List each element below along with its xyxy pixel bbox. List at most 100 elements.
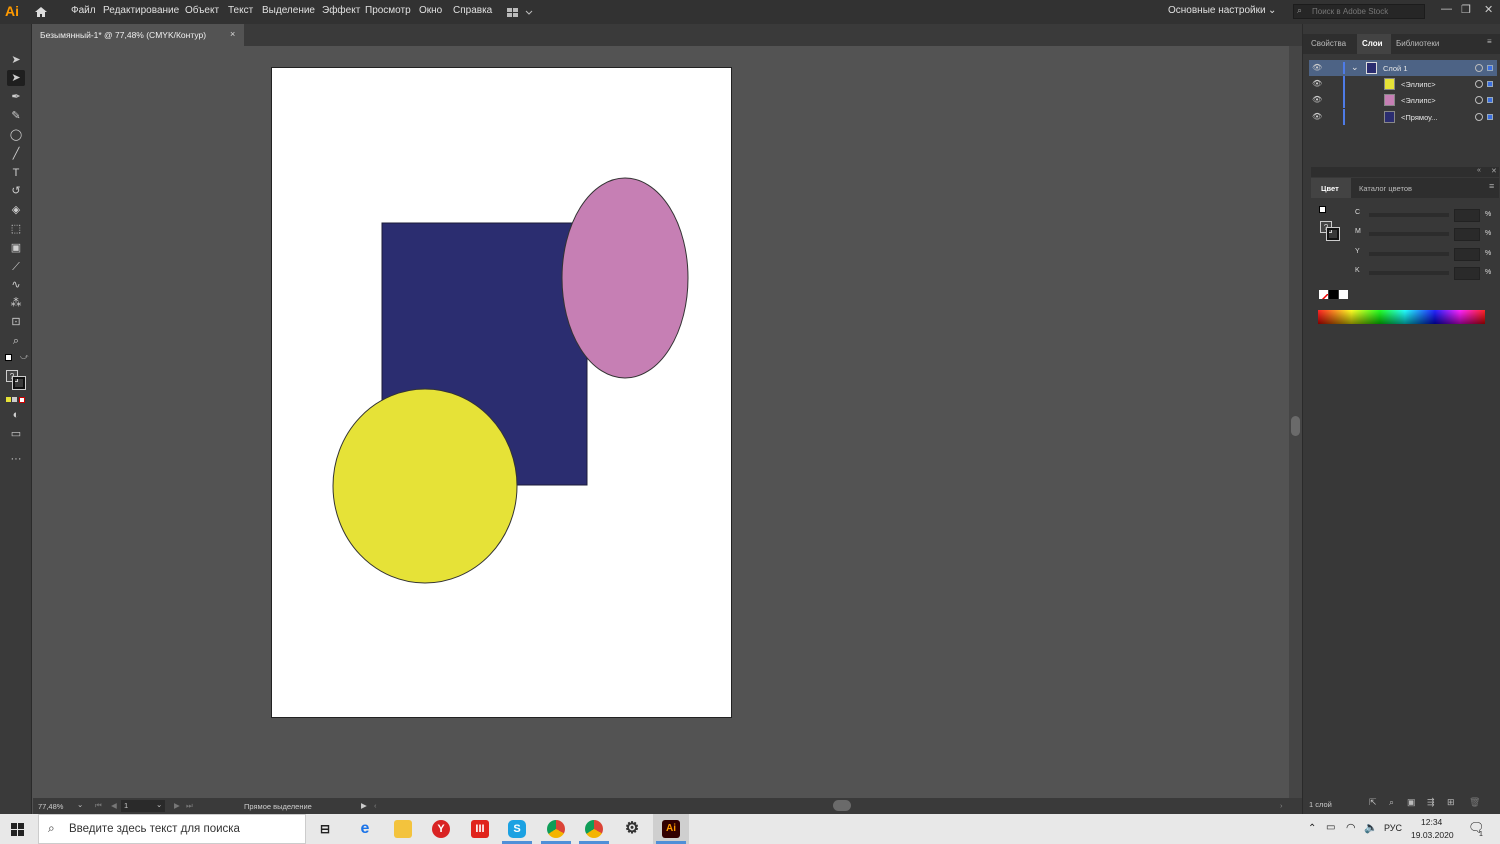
volume-icon[interactable]: 🔈 — [1364, 821, 1378, 834]
chrome-icon[interactable] — [547, 820, 565, 838]
magenta-input[interactable] — [1454, 228, 1480, 241]
scroll-right-icon[interactable]: › — [1280, 801, 1283, 810]
clipping-mask-icon[interactable]: ▣ — [1407, 797, 1416, 808]
eye-icon[interactable]: 👁 — [1312, 63, 1322, 72]
maximize-icon[interactable]: ❐ — [1461, 3, 1471, 16]
export-icon[interactable]: ⇱ — [1369, 797, 1377, 808]
skype-icon[interactable]: S — [508, 820, 526, 838]
eraser-tool-icon[interactable]: ◈ — [7, 202, 25, 218]
layer-row[interactable]: 👁 ⌄ Слой 1 — [1309, 60, 1497, 76]
stroke-swatch[interactable] — [12, 376, 26, 390]
gradient-mode-icon[interactable] — [12, 397, 17, 402]
vertical-scroll-thumb[interactable] — [1291, 416, 1300, 436]
direct-selection-tool-icon[interactable]: ➤ — [7, 70, 25, 86]
menu-view[interactable]: Просмотр — [365, 5, 411, 16]
horizontal-scroll-thumb[interactable] — [833, 800, 851, 811]
selection-indicator[interactable] — [1487, 114, 1493, 120]
menu-window[interactable]: Окно — [419, 5, 442, 16]
black-swatch[interactable] — [1329, 290, 1338, 299]
minimize-icon[interactable]: — — [1441, 3, 1452, 15]
stock-search-input[interactable]: ⌕ Поиск в Adobe Stock — [1293, 4, 1425, 19]
wifi-icon[interactable]: ◠ — [1346, 821, 1356, 834]
eye-icon[interactable]: 👁 — [1312, 112, 1322, 121]
eyedropper-tool-icon[interactable]: ⟋ — [7, 259, 25, 275]
selection-indicator[interactable] — [1487, 81, 1493, 87]
default-fill-stroke-icon[interactable] — [1319, 206, 1326, 213]
file-explorer-icon[interactable] — [394, 820, 412, 838]
draw-mode-icon[interactable]: ◐ — [7, 407, 25, 423]
menu-object[interactable]: Объект — [185, 5, 219, 16]
menu-text[interactable]: Текст — [228, 5, 253, 16]
chevron-down-icon[interactable]: ⌄ — [1268, 5, 1276, 16]
color-spectrum[interactable] — [1318, 310, 1485, 324]
free-transform-tool-icon[interactable]: ⬚ — [7, 221, 25, 237]
stroke-swatch[interactable] — [1326, 227, 1340, 241]
zoom-tool-icon[interactable]: ⌕ — [7, 333, 25, 349]
windows-start-icon[interactable] — [11, 823, 24, 836]
arrange-documents-icon[interactable] — [507, 6, 533, 18]
menu-effect[interactable]: Эффект — [322, 5, 360, 16]
eye-icon[interactable]: 👁 — [1312, 95, 1322, 104]
yellow-slider[interactable]: Y % — [1355, 248, 1495, 262]
target-icon[interactable] — [1475, 64, 1483, 72]
type-tool-icon[interactable]: T — [7, 165, 25, 181]
cyan-slider[interactable]: C % — [1355, 209, 1495, 223]
zoom-level[interactable]: 77,48% — [38, 802, 63, 811]
last-artboard-icon[interactable]: ⏭ — [186, 801, 193, 811]
vertical-scrollbar[interactable] — [1289, 46, 1302, 798]
clock-date[interactable]: 19.03.2020 — [1411, 830, 1454, 840]
yellow-input[interactable] — [1454, 248, 1480, 261]
tab-color[interactable]: Цвет — [1321, 184, 1339, 193]
settings-gear-icon[interactable]: ⚙ — [623, 820, 641, 838]
target-icon[interactable] — [1475, 113, 1483, 121]
selection-indicator[interactable] — [1487, 65, 1493, 71]
blend-tool-icon[interactable]: ∿ — [7, 277, 25, 293]
clock-time[interactable]: 12:34 — [1421, 817, 1442, 827]
yandex-browser-icon[interactable]: Y — [432, 820, 450, 838]
new-layer-icon[interactable]: ⊞ — [1447, 797, 1455, 808]
menu-edit[interactable]: Редактирование — [103, 5, 179, 16]
menu-select[interactable]: Выделение — [262, 5, 315, 16]
white-swatch[interactable] — [1339, 290, 1348, 299]
document-tab[interactable]: Безымянный-1* @ 77,48% (CMYK/Контур) × — [32, 24, 244, 46]
locate-object-icon[interactable]: ⌕ — [1389, 797, 1394, 808]
tab-libraries[interactable]: Библиотеки — [1396, 39, 1439, 48]
artboard-tool-icon[interactable]: ⊡ — [7, 314, 25, 330]
battery-icon[interactable]: ▭ — [1326, 822, 1335, 833]
first-artboard-icon[interactable]: ⏮ — [95, 801, 102, 811]
pen-tool-icon[interactable]: ✒ — [7, 89, 25, 105]
tray-expand-icon[interactable]: ⌃ — [1308, 823, 1316, 834]
delete-layer-icon[interactable]: 🗑 — [1469, 797, 1480, 808]
target-icon[interactable] — [1475, 80, 1483, 88]
color-panel-menu-icon[interactable]: ≡ — [1489, 181, 1494, 191]
menu-file[interactable]: Файл — [71, 5, 96, 16]
artboard[interactable] — [271, 67, 732, 718]
taskbar-search-input[interactable]: ⌕ Введите здесь текст для поиска — [38, 814, 306, 844]
close-tab-icon[interactable]: × — [230, 29, 235, 39]
layer-row[interactable]: 👁 <Эллипс> — [1309, 92, 1497, 108]
status-menu-icon[interactable]: ▶ — [361, 801, 367, 810]
target-icon[interactable] — [1475, 96, 1483, 104]
scroll-left-icon[interactable]: ‹ — [374, 801, 377, 810]
edge-icon[interactable]: e — [356, 820, 374, 838]
cyan-input[interactable] — [1454, 209, 1480, 222]
task-view-icon[interactable]: ⊟ — [316, 820, 334, 838]
rotate-tool-icon[interactable]: ↺ — [7, 183, 25, 199]
more-tools-icon[interactable]: ··· — [7, 451, 25, 467]
paintbrush-tool-icon[interactable]: ╱ — [7, 146, 25, 162]
zoom-dropdown-icon[interactable]: ⌄ — [77, 800, 83, 809]
artboard-dropdown-icon[interactable]: ⌄ — [156, 800, 162, 809]
app-red-icon[interactable]: III — [471, 820, 489, 838]
color-mode-icon[interactable] — [6, 397, 11, 402]
prev-artboard-icon[interactable]: ◀ — [111, 801, 117, 810]
close-icon[interactable]: ✕ — [1484, 3, 1493, 16]
none-swatch[interactable] — [1319, 290, 1328, 299]
curvature-tool-icon[interactable]: ✎ — [7, 108, 25, 124]
swap-fill-stroke-icon[interactable]: ⤻ — [20, 352, 29, 362]
new-sublayer-icon[interactable]: ⇶ — [1427, 797, 1435, 808]
selection-tool-icon[interactable]: ➤ — [7, 52, 25, 68]
layer-row[interactable]: 👁 <Прямоу... — [1309, 109, 1497, 125]
ellipse-tool-icon[interactable]: ◯ — [7, 127, 25, 143]
black-input[interactable] — [1454, 267, 1480, 280]
tab-properties[interactable]: Свойства — [1311, 39, 1346, 48]
